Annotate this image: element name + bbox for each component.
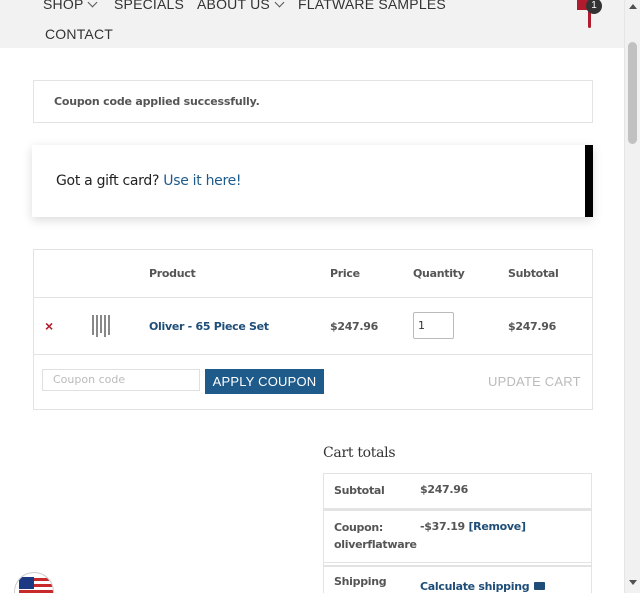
notice-message: Coupon code applied successfully. <box>54 95 260 108</box>
cart-totals-title: Cart totals <box>323 445 396 461</box>
nav-item-about-us[interactable]: ABOUT US <box>197 0 285 12</box>
truck-icon <box>534 582 546 590</box>
calculate-shipping-link[interactable]: Calculate shipping <box>420 580 530 593</box>
scroll-thumb[interactable] <box>628 42 637 144</box>
product-thumbnail[interactable] <box>90 313 112 339</box>
vertical-scrollbar[interactable] <box>624 0 640 593</box>
gift-card-link[interactable]: Use it here! <box>163 173 241 189</box>
product-name-link[interactable]: Oliver - 65 Piece Set <box>149 320 269 333</box>
top-navigation: SHOP SPECIALS ABOUT US FLATWARE SAMPLES … <box>0 0 624 48</box>
subtotal-value: $247.96 <box>420 483 469 496</box>
scroll-up-arrow-icon[interactable] <box>629 4 637 9</box>
gift-card-text: Got a gift card? Use it here! <box>56 173 242 189</box>
nav-item-label: SHOP <box>43 0 84 12</box>
coupon-success-notice: Coupon code applied successfully. <box>33 80 593 123</box>
totals-row-subtotal: Subtotal $247.96 <box>324 474 591 509</box>
nav-item-contact[interactable]: CONTACT <box>45 26 113 42</box>
cart-totals-table: Subtotal $247.96 Coupon: oliverflatware … <box>323 473 592 593</box>
coupon-code-input[interactable]: Coupon code <box>42 369 200 391</box>
remove-coupon-link[interactable]: [Remove] <box>468 520 526 533</box>
divider <box>34 297 592 298</box>
product-price: $247.96 <box>330 320 379 333</box>
divider <box>34 354 592 355</box>
nav-item-label: CONTACT <box>45 26 114 42</box>
coupon-discount: -$37.19 <box>420 520 465 533</box>
totals-row-shipping: Shipping Calculate shipping <box>324 565 591 593</box>
nav-item-label: ABOUT US <box>197 0 270 12</box>
header-price: Price <box>330 267 360 280</box>
shipping-label: Shipping <box>334 575 387 588</box>
coupon-label: Coupon: oliverflatware <box>334 519 417 553</box>
apply-coupon-button[interactable]: APPLY COUPON <box>205 369 324 394</box>
remove-item-button[interactable]: × <box>45 318 53 334</box>
chevron-down-icon <box>88 0 98 8</box>
nav-item-specials[interactable]: SPECIALS <box>114 0 184 12</box>
nav-item-flatware-samples[interactable]: FLATWARE SAMPLES <box>298 0 446 12</box>
subtotal-label: Subtotal <box>334 484 385 497</box>
nav-item-label: SPECIALS <box>114 0 185 12</box>
coupon-code-text: oliverflatware <box>334 538 417 551</box>
scroll-down-arrow-icon[interactable] <box>629 580 637 585</box>
product-subtotal: $247.96 <box>508 320 557 333</box>
totals-row-coupon: Coupon: oliverflatware -$37.19 [Remove] <box>324 509 591 563</box>
nav-item-shop[interactable]: SHOP <box>43 0 98 12</box>
cart-count-badge: 1 <box>586 0 602 14</box>
coupon-value: -$37.19 [Remove] <box>420 520 526 533</box>
update-cart-button[interactable]: UPDATE CART <box>488 374 581 389</box>
shipping-value: Calculate shipping <box>420 580 546 593</box>
coupon-label-text: Coupon: <box>334 521 384 534</box>
cart-table: Product Price Quantity Subtotal × Oliver… <box>33 249 593 410</box>
chevron-down-icon <box>274 0 285 8</box>
header-product: Product <box>149 267 196 280</box>
header-subtotal: Subtotal <box>508 267 559 280</box>
us-flag-icon[interactable] <box>14 572 54 593</box>
header-quantity: Quantity <box>413 267 465 280</box>
gift-card-banner: Got a gift card? Use it here! <box>32 145 593 217</box>
gift-card-question: Got a gift card? <box>56 173 160 189</box>
quantity-input[interactable]: 1 <box>413 312 454 339</box>
nav-item-label: FLATWARE SAMPLES <box>298 0 446 12</box>
